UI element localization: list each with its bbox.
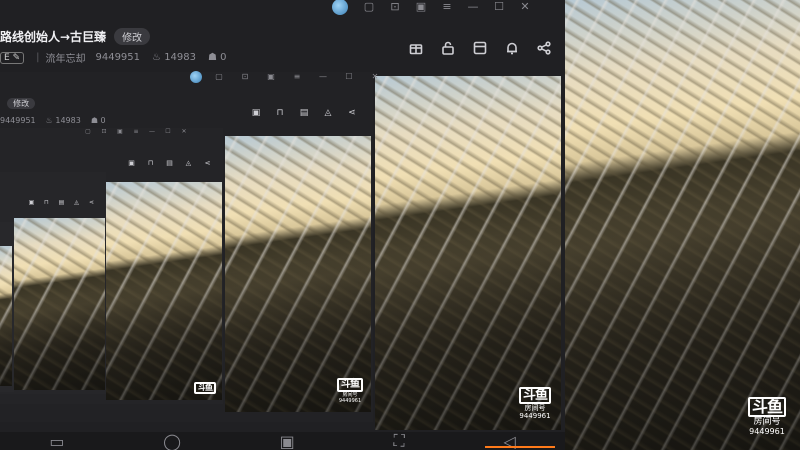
- nested-window-5: [0, 222, 14, 392]
- watermark-room-id: 9449961: [749, 427, 785, 436]
- heat-count: 14983: [164, 52, 196, 63]
- menu-icon[interactable]: ≡: [291, 71, 303, 83]
- room-id: 9449951: [95, 52, 141, 63]
- maximize-icon[interactable]: ☐: [493, 1, 505, 13]
- watermark-sub: 房间号: [524, 404, 546, 412]
- room-meta-row: E ✎ | 流年忘却 9449951 ♨ 14983 ☗ 0: [0, 50, 227, 65]
- share-icon[interactable]: ⋖: [84, 199, 99, 206]
- room-meta-row: 9449951 ♨ 14983 ☗ 0: [0, 116, 106, 125]
- watermark-logo: 斗鱼: [518, 387, 551, 404]
- archive-icon[interactable]: ▣: [116, 126, 124, 138]
- lock-icon[interactable]: ⊓: [141, 159, 160, 167]
- menu-icon[interactable]: ≡: [132, 126, 140, 138]
- box-icon[interactable]: ▢: [84, 126, 92, 138]
- streamer-name[interactable]: 流年忘却: [45, 50, 85, 65]
- close-icon[interactable]: ✕: [519, 1, 531, 13]
- stream-frame-xsmall[interactable]: [14, 218, 105, 390]
- fans-icon: ☗: [90, 116, 98, 125]
- pip-icon[interactable]: ▣: [280, 432, 295, 450]
- douyu-watermark: 斗鱼 房间号 9449961: [518, 387, 551, 420]
- lock-icon[interactable]: ⊓: [268, 108, 292, 118]
- share-icon[interactable]: [528, 41, 560, 55]
- flame-icon: ♨: [45, 116, 53, 125]
- layout-icon[interactable]: [464, 41, 496, 55]
- stream-frame-large[interactable]: 斗鱼 房间号 9449961: [375, 76, 561, 430]
- archive-icon[interactable]: ▣: [265, 71, 277, 83]
- room-toolbar: ▣ ⊓ ▤ ◬ ⋖: [122, 158, 217, 168]
- edit-button[interactable]: 修改: [114, 28, 151, 45]
- watermark-room-id: 9449961: [338, 398, 362, 404]
- window-titlebar: ▢ ⊡ ▣ ≡ — ☐ ✕: [80, 128, 192, 136]
- maximize-icon[interactable]: ☐: [343, 71, 355, 83]
- watermark-room-id: 9449961: [519, 412, 551, 420]
- douyu-watermark: 斗鱼 房间号 9449961: [747, 397, 786, 436]
- gift-box-icon[interactable]: [400, 41, 432, 55]
- stream-frame-medium[interactable]: 斗鱼 房间号 9449961: [225, 136, 371, 412]
- room-title-row: ) 修改: [0, 98, 36, 109]
- level-tag: E ✎: [0, 51, 25, 64]
- layout-icon[interactable]: ▤: [160, 159, 179, 167]
- gift-box-icon[interactable]: ▣: [24, 199, 39, 206]
- window-titlebar: ▢ ⊡ ▣ ≡ — ☐ ✕: [190, 71, 388, 83]
- layout-icon[interactable]: ▤: [292, 108, 316, 118]
- avatar-icon[interactable]: [332, 0, 348, 15]
- monitor-icon[interactable]: ⊡: [100, 126, 108, 138]
- minimize-icon[interactable]: —: [148, 126, 156, 138]
- watermark-logo: 斗鱼: [337, 378, 363, 392]
- box-icon[interactable]: ▢: [363, 1, 375, 13]
- douyu-watermark: 斗鱼 房间号 9449961: [337, 378, 363, 404]
- monitor-icon[interactable]: ⊡: [239, 71, 251, 83]
- share-icon[interactable]: ⋖: [198, 159, 217, 167]
- room-toolbar: ▣ ⊓ ▤ ◬ ⋖: [244, 106, 364, 120]
- box-icon[interactable]: ▢: [213, 71, 225, 83]
- bell-icon[interactable]: ◬: [179, 159, 198, 167]
- bell-icon[interactable]: ◬: [316, 108, 340, 118]
- record-icon[interactable]: ◯: [163, 432, 181, 450]
- fans-count: 0: [220, 52, 227, 63]
- monitor-icon[interactable]: ⊡: [389, 1, 401, 13]
- room-id: 9449951: [0, 116, 36, 125]
- share-icon[interactable]: ⋖: [340, 108, 364, 118]
- flame-icon: ♨: [152, 52, 161, 63]
- close-icon[interactable]: ✕: [180, 126, 188, 138]
- layout-icon[interactable]: ▤: [54, 199, 69, 206]
- fans-icon: ☗: [208, 52, 217, 63]
- fans-count: 0: [100, 116, 106, 125]
- douyu-watermark: 斗鱼: [194, 382, 216, 394]
- level-tag-label: E: [4, 52, 10, 63]
- maximize-icon[interactable]: ☐: [164, 126, 172, 138]
- gift-box-icon[interactable]: ▣: [122, 159, 141, 167]
- watermark-logo: 斗鱼: [747, 397, 786, 417]
- room-toolbar: ▣ ⊓ ▤ ◬ ⋖: [24, 198, 99, 206]
- bell-icon[interactable]: ◬: [69, 199, 84, 206]
- stream-frame-small[interactable]: 斗鱼: [106, 182, 222, 400]
- watermark-sub: 房间号: [753, 417, 781, 427]
- window-titlebar: ▢ ⊡ ▣ ≡ — ☐ ✕: [332, 0, 538, 15]
- live-video-frame[interactable]: 斗鱼 房间号 9449961: [565, 0, 800, 450]
- room-toolbar: [400, 38, 560, 58]
- edit-button[interactable]: 修改: [7, 98, 36, 109]
- heat-count: 14983: [55, 116, 81, 125]
- pencil-icon[interactable]: ✎: [13, 53, 21, 63]
- menu-icon[interactable]: ≡: [441, 1, 453, 13]
- lock-icon[interactable]: ⊓: [39, 199, 54, 206]
- gift-box-icon[interactable]: ▣: [244, 108, 268, 118]
- room-title: 路线创始人→古巨臻: [0, 30, 107, 44]
- player-control-bar: ▭ ◯ ▣ ⛶ ◁: [0, 431, 565, 450]
- room-title-row: 路线创始人→古巨臻 修改: [0, 28, 151, 45]
- nested-window-4: ▣ ⊓ ▤ ◬ ⋖: [0, 172, 106, 394]
- bell-icon[interactable]: [496, 41, 528, 55]
- archive-icon[interactable]: ▣: [415, 1, 427, 13]
- screenshot-icon[interactable]: ▭: [49, 432, 64, 450]
- minimize-icon[interactable]: —: [317, 71, 329, 83]
- minimize-icon[interactable]: —: [467, 1, 479, 13]
- close-icon[interactable]: ✕: [369, 71, 381, 83]
- progress-accent: [485, 446, 555, 448]
- watermark-logo: 斗鱼: [194, 382, 216, 394]
- fullscreen-icon[interactable]: ⛶: [393, 431, 404, 450]
- stream-frame-xxsmall[interactable]: [0, 246, 12, 386]
- avatar-icon[interactable]: [190, 71, 202, 83]
- lock-icon[interactable]: [432, 41, 464, 55]
